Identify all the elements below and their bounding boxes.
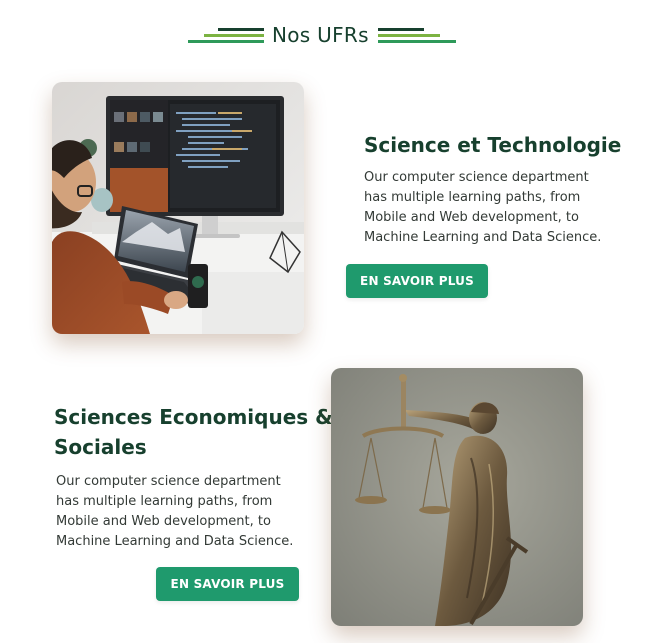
description-line: Our computer science department [364,170,589,185]
description-line: Our computer science department [56,474,281,489]
title-decoration-right [378,28,424,31]
description-line: has multiple learning paths, from [56,494,273,509]
description-line: Machine Learning and Data Science. [56,534,294,549]
description-line: has multiple learning paths, from [364,190,581,205]
ufr-image-computer [52,82,304,334]
ufr-title: Sciences Economiques & Sociales [54,402,334,462]
title-decoration-left [204,34,264,37]
title-decoration-right [378,34,440,37]
title-decoration-left [188,40,264,43]
ufr-image-justice [331,368,583,626]
section-title: Nos UFRs [272,23,369,47]
ufr-description: Our computer science department has mult… [56,472,326,552]
ufr-description: Our computer science department has mult… [364,168,626,248]
title-decoration-right [378,40,456,43]
description-line: Mobile and Web development, to [364,210,579,225]
section-header: Nos UFRs [0,22,649,50]
learn-more-button[interactable]: EN SAVOIR PLUS [156,567,299,601]
title-line: Sciences Economiques & [54,405,333,429]
ufr-title: Science et Technologie [364,133,622,157]
title-line: Sociales [54,435,147,459]
title-decoration-left [218,28,264,31]
description-line: Machine Learning and Data Science. [364,230,602,245]
learn-more-button[interactable]: EN SAVOIR PLUS [346,264,488,298]
computer-workstation-illustration [52,82,304,334]
lady-justice-illustration [331,368,583,626]
description-line: Mobile and Web development, to [56,514,271,529]
